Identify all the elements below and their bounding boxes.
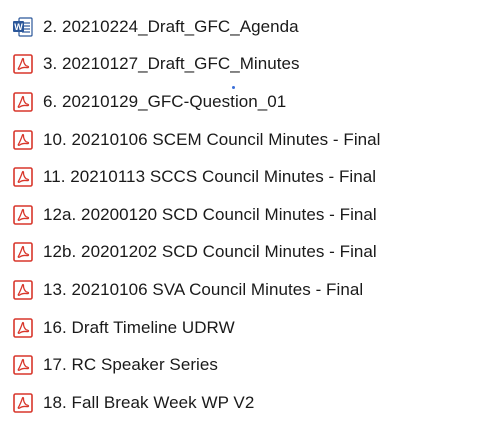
word-doc-icon: W [12,16,34,38]
file-name: 13. 20210106 SVA Council Minutes - Final [43,279,364,299]
file-name: 12a. 20200120 SCD Council Minutes - Fina… [43,204,377,224]
file-item-agenda[interactable]: W 2. 20210224_Draft_GFC_Agenda [0,8,479,46]
file-item-scd-minutes-2020-01[interactable]: 12a. 20200120 SCD Council Minutes - Fina… [0,196,479,234]
pdf-icon [12,392,34,414]
file-name: 16. Draft Timeline UDRW [43,317,235,337]
file-name: 3. 20210127_Draft_GFC_Minutes [43,54,300,74]
file-name: 17. RC Speaker Series [43,355,218,375]
file-item-scd-minutes-2020-12[interactable]: 12b. 20201202 SCD Council Minutes - Fina… [0,234,479,272]
pdf-icon [12,354,34,376]
svg-text:W: W [14,22,23,32]
pdf-icon [12,166,34,188]
file-item-sccs-minutes[interactable]: 11. 20210113 SCCS Council Minutes - Fina… [0,158,479,196]
cursor-dot [232,86,235,89]
file-item-speaker-series[interactable]: 17. RC Speaker Series [0,346,479,384]
file-name: 18. Fall Break Week WP V2 [43,392,255,412]
file-item-timeline[interactable]: 16. Draft Timeline UDRW [0,309,479,347]
pdf-icon [12,317,34,339]
file-item-scem-minutes[interactable]: 10. 20210106 SCEM Council Minutes - Fina… [0,121,479,159]
file-list: W 2. 20210224_Draft_GFC_Agenda 3. 202101… [0,8,479,422]
file-item-sva-minutes[interactable]: 13. 20210106 SVA Council Minutes - Final [0,271,479,309]
file-item-question[interactable]: 6. 20210129_GFC-Question_01 [0,83,479,121]
file-name: 12b. 20201202 SCD Council Minutes - Fina… [43,242,377,262]
pdf-icon [12,53,34,75]
pdf-icon [12,241,34,263]
file-name: 2. 20210224_Draft_GFC_Agenda [43,16,299,36]
file-name: 10. 20210106 SCEM Council Minutes - Fina… [43,129,381,149]
pdf-icon [12,279,34,301]
pdf-icon [12,204,34,226]
file-name: 6. 20210129_GFC-Question_01 [43,91,287,111]
pdf-icon [12,129,34,151]
file-item-fall-break[interactable]: 18. Fall Break Week WP V2 [0,384,479,422]
file-item-minutes-draft[interactable]: 3. 20210127_Draft_GFC_Minutes [0,46,479,84]
file-name: 11. 20210113 SCCS Council Minutes - Fina… [43,167,377,187]
pdf-icon [12,91,34,113]
